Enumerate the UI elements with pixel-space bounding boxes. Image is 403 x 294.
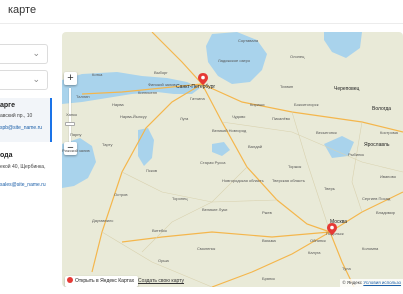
city-label: Орша [158, 258, 169, 263]
city-label: Вязьма [262, 238, 276, 243]
city-label: Витебск [152, 228, 167, 233]
city-select[interactable]: ⌄ [0, 44, 48, 64]
city-label: Бокситогорск [294, 102, 319, 107]
city-label: Олонец [290, 54, 305, 59]
city-label: Тверь [324, 186, 335, 191]
city-label: Ржев [262, 210, 272, 215]
city-label: Старая Русса [200, 160, 226, 165]
terms-link[interactable]: Условия использо [363, 280, 401, 285]
chevron-down-icon: ⌄ [32, 48, 40, 58]
office-sidebar: ⌄ ⌄ арге авский пр., 10 spb@site_name.ru… [0, 24, 60, 294]
city-label: Череповец [334, 86, 360, 92]
city-label: Финский залив [148, 82, 176, 87]
city-label: Тихвин [280, 84, 294, 89]
city-label: Великий Новгород [212, 128, 247, 133]
city-label: Весьегонск [316, 130, 337, 135]
city-label: Сортавала [238, 38, 259, 43]
city-label: Нарва-Йыэсуу [120, 114, 147, 119]
city-label: Кириши [250, 102, 265, 107]
city-label: Новгородская область [222, 178, 264, 183]
office-address: авский пр., 10 [0, 113, 33, 119]
city-label: Луга [180, 116, 189, 121]
city-label: Рижский залив [62, 148, 90, 153]
city-label: Ладожское озеро [218, 58, 251, 63]
city-label: Калуга [308, 250, 321, 255]
city-label: Гатчина [190, 96, 205, 101]
city-label: Сергиев Посад [362, 196, 391, 201]
office-email[interactable]: spb@site_name.ru [0, 125, 42, 131]
city-label: Обнинск [310, 238, 326, 243]
yandex-map[interactable]: + − Сортавала Олонец Выборг Финский зали… [62, 32, 403, 287]
city-label: Пярну [70, 132, 82, 137]
city-label: Вологда [372, 106, 392, 112]
city-label: Иваново [380, 174, 396, 179]
map-pin-icon[interactable] [327, 223, 337, 235]
city-label: Рыбинск [348, 152, 365, 157]
office-card-moscow[interactable]: ода екой 40, Щербинка, sales@site_name.r… [0, 148, 52, 198]
office-name: ода [0, 152, 13, 159]
city-label: Торопец [172, 196, 188, 201]
office-email[interactable]: sales@site_name.ru [0, 182, 46, 188]
lake-onega [324, 32, 362, 58]
city-label: Великие Луки [202, 207, 228, 212]
office-name: арге [0, 102, 15, 109]
city-label: Выборг [154, 70, 168, 75]
city-label: Кострома [380, 130, 398, 135]
city-label: Ханко [66, 112, 78, 117]
city-label: Тверская область [272, 178, 305, 183]
office-select[interactable]: ⌄ [0, 70, 48, 90]
lake-peipus [138, 128, 154, 166]
city-label: Брянск [262, 276, 275, 281]
yandex-maps-icon [67, 277, 73, 283]
city-label: Котка [92, 72, 103, 77]
city-label: Пикалёво [272, 116, 291, 121]
office-address: екой 40, Щербинка, [0, 164, 46, 170]
city-label: Кингисепп [138, 90, 158, 95]
map-copyright: © Яндекс Условия использо [340, 279, 403, 287]
map-pin-icon[interactable] [198, 73, 208, 85]
create-map-link[interactable]: Создать свою карту [138, 276, 184, 287]
page-title: карте [8, 4, 37, 16]
city-label: Тула [342, 266, 351, 271]
office-card-spb[interactable]: арге авский пр., 10 spb@site_name.ru [0, 98, 52, 142]
map-canvas[interactable] [62, 32, 403, 287]
city-label: Смоленск [197, 246, 216, 251]
copyright-text: © Яндекс [342, 280, 363, 285]
city-label: Тарту [102, 142, 113, 147]
open-in-yandex-maps-label: Открыть в Яндекс Картах [75, 278, 135, 284]
city-label: Чудово [232, 114, 246, 119]
city-label: Нарва [112, 102, 124, 107]
city-label: Коломна [362, 246, 379, 251]
city-label: Владимир [376, 210, 396, 215]
city-label: Валдай [248, 144, 263, 149]
city-label: Псков [146, 168, 158, 173]
city-label: Остров [114, 192, 128, 197]
city-label: Торжок [288, 164, 302, 169]
zoom-slider-thumb[interactable] [65, 122, 75, 126]
lake-ilmen [212, 142, 230, 156]
city-label: Санкт-Петербург [176, 84, 216, 90]
zoom-in-button[interactable]: + [64, 72, 77, 85]
city-label: Таллин [76, 94, 90, 99]
chevron-down-icon: ⌄ [32, 74, 40, 84]
page-header: карте [0, 0, 403, 24]
city-label: Ярославль [364, 142, 390, 148]
city-label: Даугавпилс [92, 218, 114, 223]
open-in-yandex-maps-button[interactable]: Открыть в Яндекс Картах [65, 276, 139, 287]
